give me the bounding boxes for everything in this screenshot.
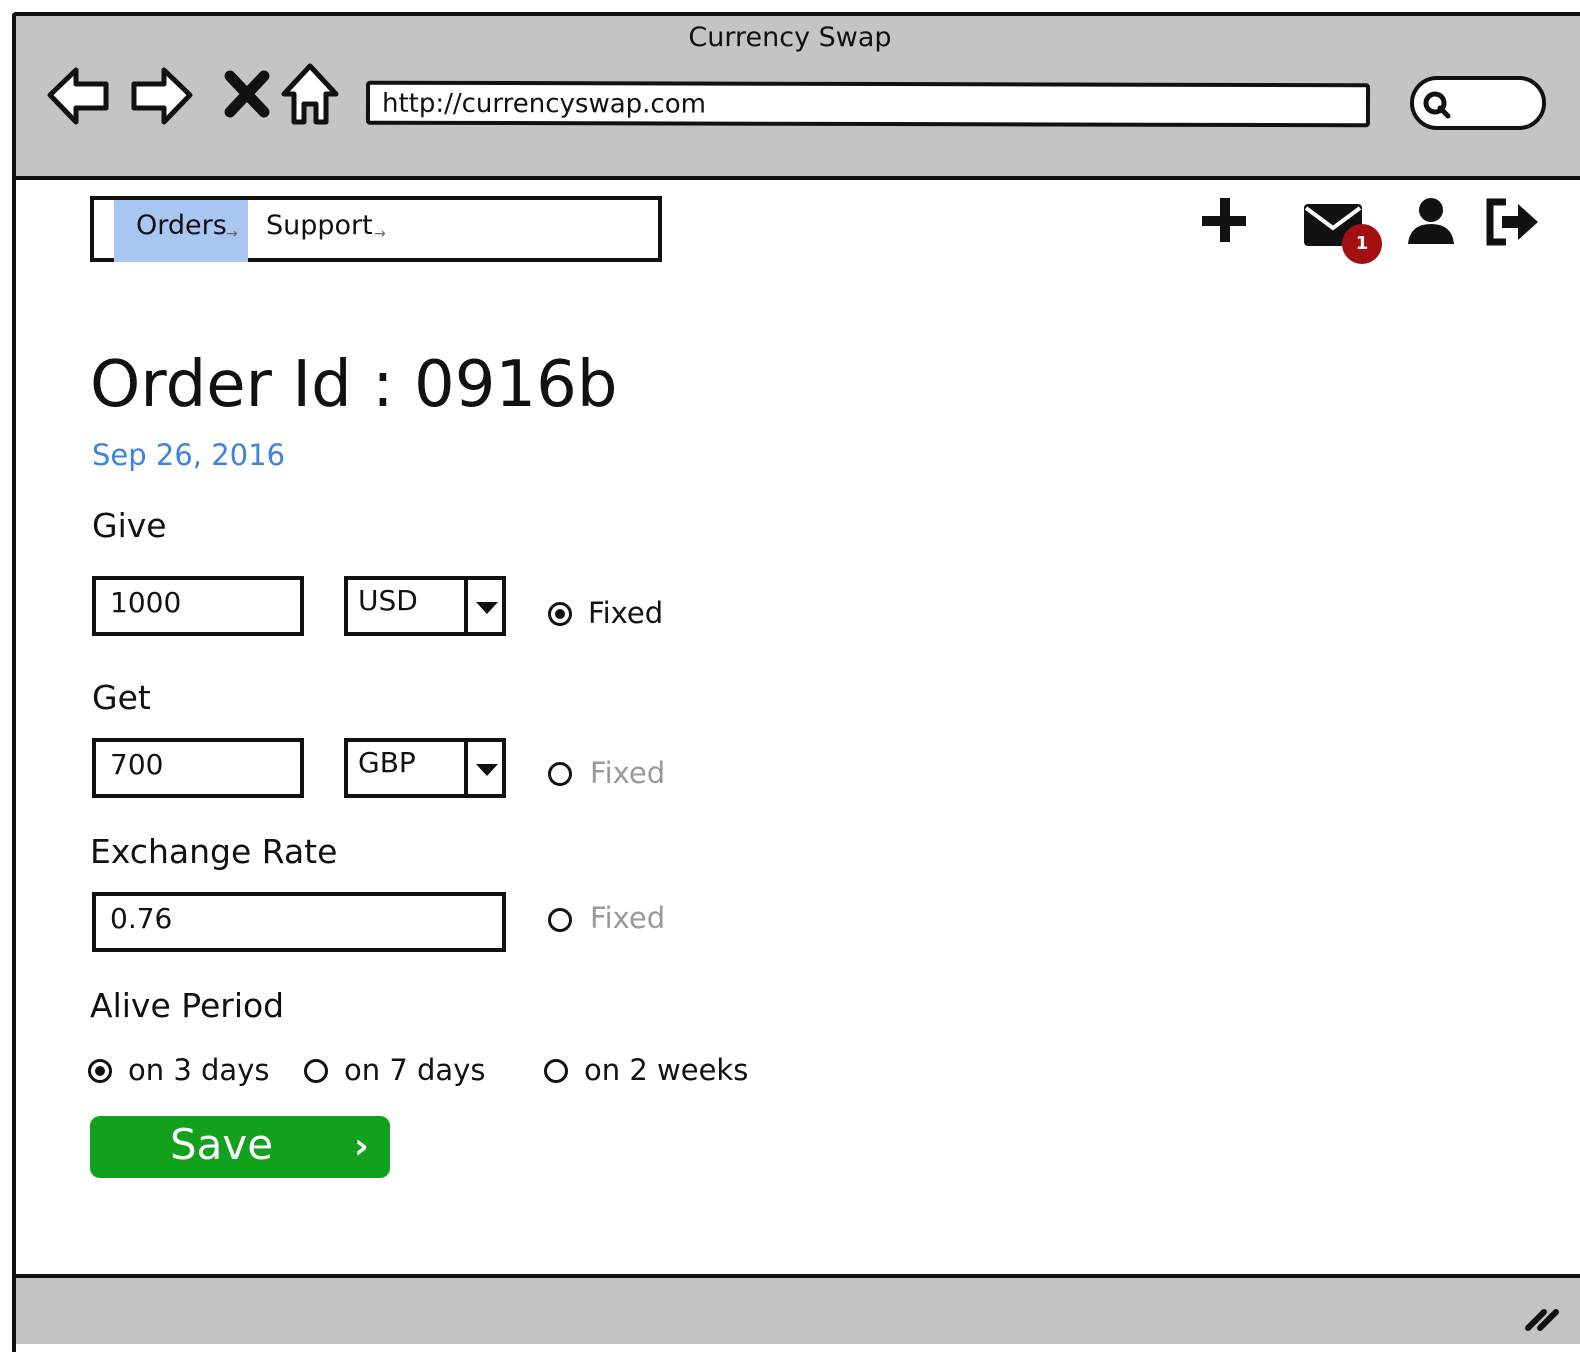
- get-currency-value: GBP: [358, 746, 416, 779]
- get-currency-select[interactable]: GBP: [344, 738, 506, 798]
- alive-7-days-radio[interactable]: [304, 1059, 328, 1083]
- alive-3-days-label: on 3 days: [128, 1053, 270, 1087]
- notification-badge: 1: [1342, 224, 1382, 264]
- user-icon[interactable]: [1404, 194, 1458, 250]
- radio-selected-dot: [555, 609, 565, 619]
- give-currency-select[interactable]: USD: [344, 576, 506, 636]
- get-label: Get: [92, 678, 151, 717]
- tab-orders[interactable]: Orders →: [114, 200, 248, 262]
- forward-arrow-icon[interactable]: [128, 60, 196, 130]
- plus-icon[interactable]: [1196, 194, 1252, 250]
- sign-out-icon[interactable]: [1484, 196, 1544, 248]
- alive-2-weeks-radio[interactable]: [544, 1059, 568, 1083]
- close-icon[interactable]: [214, 60, 282, 130]
- status-bar: [16, 1274, 1580, 1344]
- browser-search-field[interactable]: [1410, 76, 1546, 130]
- dropdown-arrow-icon: [476, 602, 498, 614]
- select-divider: [464, 580, 468, 636]
- alive-7-days-label: on 7 days: [344, 1053, 486, 1087]
- tab-bar: Orders → Support →: [90, 196, 662, 262]
- radio-selected-dot: [95, 1066, 105, 1076]
- address-bar[interactable]: http://currencyswap.com: [365, 80, 1371, 128]
- give-fixed-radio[interactable]: [548, 602, 572, 626]
- give-fixed-label: Fixed: [588, 596, 664, 630]
- exchange-rate-label: Exchange Rate: [90, 832, 338, 871]
- page-title: Order Id : 0916b: [90, 348, 618, 422]
- dropdown-arrow-icon: [476, 764, 498, 776]
- search-icon: [1423, 91, 1451, 119]
- exchange-rate-field[interactable]: 0.76: [92, 892, 506, 952]
- window-title: Currency Swap: [688, 22, 892, 53]
- get-fixed-label: Fixed: [590, 756, 666, 790]
- back-arrow-icon[interactable]: [44, 60, 112, 130]
- save-button[interactable]: Save ›: [90, 1116, 390, 1178]
- get-fixed-radio[interactable]: [548, 762, 572, 786]
- tab-orders-label: Orders: [136, 210, 227, 241]
- chevron-right-icon: ›: [354, 1126, 369, 1167]
- alive-3-days-radio[interactable]: [88, 1059, 112, 1083]
- alive-2-weeks-label: on 2 weeks: [584, 1053, 749, 1087]
- save-button-label: Save: [170, 1120, 274, 1169]
- give-amount-field[interactable]: 1000: [92, 576, 304, 636]
- tab-support-label: Support: [266, 210, 373, 241]
- select-divider: [464, 742, 468, 798]
- tab-support[interactable]: Support →: [252, 200, 452, 262]
- resize-grip-icon[interactable]: [1522, 1298, 1562, 1334]
- order-date: Sep 26, 2016: [92, 438, 286, 472]
- home-icon[interactable]: [276, 60, 344, 130]
- link-arrow-icon: →: [226, 226, 238, 242]
- url-text: http://currencyswap.com: [381, 88, 707, 120]
- rate-fixed-label: Fixed: [590, 901, 666, 935]
- give-label: Give: [92, 506, 167, 545]
- get-amount-field[interactable]: 700: [92, 738, 304, 798]
- link-arrow-icon: →: [374, 226, 386, 242]
- give-currency-value: USD: [358, 584, 418, 617]
- rate-fixed-radio[interactable]: [548, 908, 572, 932]
- alive-period-label: Alive Period: [90, 986, 285, 1025]
